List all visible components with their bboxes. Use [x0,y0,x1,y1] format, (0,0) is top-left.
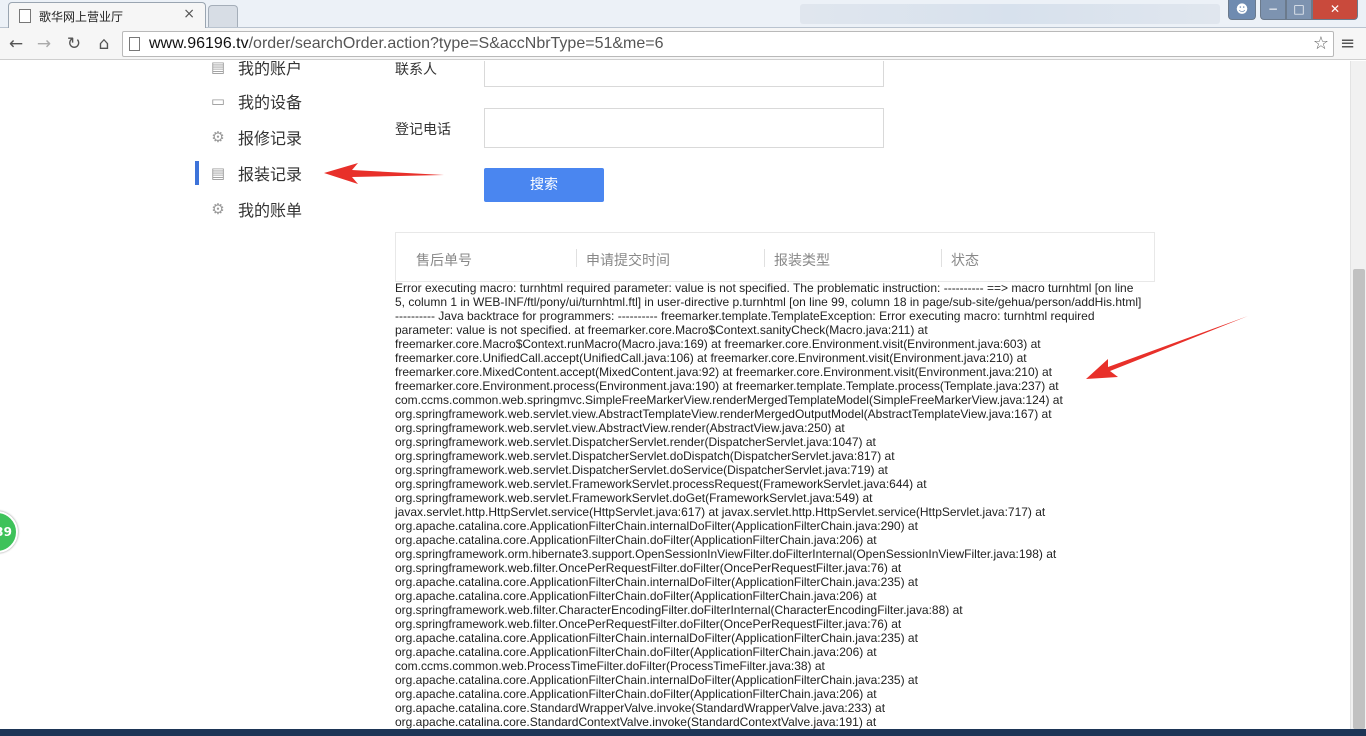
wrench-icon: ⚙ [211,128,225,146]
records-table-header: 售后单号 申请提交时间 报装类型 状态 [395,232,1155,282]
user-card-icon: ▤ [210,61,226,76]
sidebar-active-indicator [195,161,199,185]
column-header-install-type: 报装类型 [774,253,830,269]
os-taskbar [0,729,1366,736]
error-line: org.springframework.web.servlet.Dispatch… [395,449,895,463]
annotation-arrow-sidebar [324,163,444,184]
error-line: Error executing macro: turnhtml required… [395,281,1134,295]
error-line: javax.servlet.http.HttpServlet.service(H… [395,505,1046,519]
column-header-status: 状态 [951,253,979,269]
error-line: org.apache.catalina.core.ApplicationFilt… [395,673,918,687]
error-line: freemarker.core.MixedContent.accept(Mixe… [395,365,1052,379]
error-line: org.springframework.web.filter.OncePerRe… [395,561,902,575]
monitor-icon: ▭ [210,92,226,110]
browser-tab-new[interactable] [208,5,238,27]
page-icon [129,37,140,51]
error-line: org.springframework.web.servlet.Framewor… [395,491,873,505]
browser-tab-active[interactable]: 歌华网上营业厅 × [8,2,206,28]
search-button[interactable]: 搜索 [484,168,604,202]
error-line: freemarker.core.UnifiedCall.accept(Unifi… [395,351,1027,365]
annotation-arrow-error [1086,316,1248,379]
column-header-submit-time: 申请提交时间 [586,253,670,269]
error-line: freemarker.core.Macro$Context.runMacro(M… [395,337,1041,351]
error-line: com.ccms.common.web.springmvc.SimpleFree… [395,393,1063,407]
address-bar[interactable]: www.96196.tv/order/searchOrder.action?ty… [122,31,1334,57]
tab-title: 歌华网上营业厅 [39,10,124,24]
error-line: com.ccms.common.web.ProcessTimeFilter.do… [395,659,825,673]
error-line: org.apache.catalina.core.StandardWrapper… [395,701,886,715]
close-window-button[interactable]: ✕ [1312,0,1358,20]
error-line: org.springframework.web.filter.OncePerRe… [395,617,902,631]
sidebar-item-install-records[interactable]: ▤ 报装记录 [208,161,302,185]
menu-icon[interactable]: ≡ [1340,33,1355,54]
user-profile-icon[interactable]: ☻ [1228,0,1256,20]
error-line: org.apache.catalina.core.ApplicationFilt… [395,645,877,659]
error-line: org.apache.catalina.core.ApplicationFilt… [395,631,918,645]
phone-label: 登记电话 [395,122,451,138]
error-line: org.apache.catalina.core.StandardContext… [395,715,877,729]
page-content: ▤ 我的账户 ▭ 我的设备 ⚙ 报修记录 ▤ 报装记录 ⚙ 我的账单 联系人 登… [0,61,1350,736]
error-line: org.apache.catalina.core.ApplicationFilt… [395,519,918,533]
error-line: ---------- Java backtrace for programmer… [395,309,1095,323]
scrollbar-thumb[interactable] [1353,269,1365,729]
sidebar-item-my-devices[interactable]: ▭ 我的设备 [208,89,302,113]
error-line: org.apache.catalina.core.ApplicationFilt… [395,533,877,547]
gear-icon: ⚙ [211,200,225,218]
error-line: org.springframework.orm.hibernate3.suppo… [395,547,1057,561]
column-separator [764,249,765,267]
error-line: org.apache.catalina.core.ApplicationFilt… [395,687,877,701]
error-stack-trace: Error executing macro: turnhtml required… [395,281,1155,729]
error-line: org.apache.catalina.core.ApplicationFilt… [395,589,877,603]
bookmark-star-icon[interactable]: ☆ [1313,33,1329,54]
error-line: org.springframework.web.servlet.Framewor… [395,477,927,491]
sidebar-item-repair-records[interactable]: ⚙ 报修记录 [208,125,302,149]
page-icon [19,9,31,23]
home-icon[interactable]: ⌂ [92,32,116,56]
browser-toolbar: ← → ↻ ⌂ www.96196.tv/order/searchOrder.a… [0,28,1366,60]
error-line: 5, column 1 in WEB-INF/ftl/pony/ui/turnh… [395,295,1142,309]
error-line: org.springframework.web.servlet.view.Abs… [395,407,1052,421]
tab-close-icon[interactable]: × [183,6,195,22]
contact-input[interactable] [484,61,884,87]
forward-icon[interactable]: → [32,32,56,56]
page-scrollbar[interactable] [1350,61,1366,736]
error-line: org.springframework.web.servlet.Dispatch… [395,463,888,477]
error-line: org.apache.catalina.core.ApplicationFilt… [395,575,918,589]
floating-counter-badge[interactable]: 39 [0,511,18,553]
minimize-button[interactable]: − [1260,0,1286,20]
phone-input[interactable] [484,108,884,148]
error-line: org.springframework.web.filter.Character… [395,603,963,617]
browser-titlebar: 歌华网上营业厅 × ☻ − □ ✕ [0,0,1366,28]
column-header-order-no: 售后单号 [416,253,472,269]
column-separator [576,249,577,267]
back-icon[interactable]: ← [4,32,28,56]
blurred-tray-region [800,4,1220,24]
reload-icon[interactable]: ↻ [62,32,86,56]
error-line: org.springframework.web.servlet.Dispatch… [395,435,876,449]
contact-label: 联系人 [395,62,437,78]
sidebar-item-my-bills[interactable]: ⚙ 我的账单 [208,197,302,221]
error-line: freemarker.core.Environment.process(Envi… [395,379,1059,393]
error-line: org.springframework.web.servlet.view.Abs… [395,421,845,435]
url-text: www.96196.tv/order/searchOrder.action?ty… [149,35,664,52]
maximize-button[interactable]: □ [1286,0,1312,20]
document-icon: ▤ [210,164,226,182]
sidebar-item-my-account[interactable]: ▤ 我的账户 [208,61,302,79]
column-separator [941,249,942,267]
error-line: parameter: value is not specified. at fr… [395,323,928,337]
